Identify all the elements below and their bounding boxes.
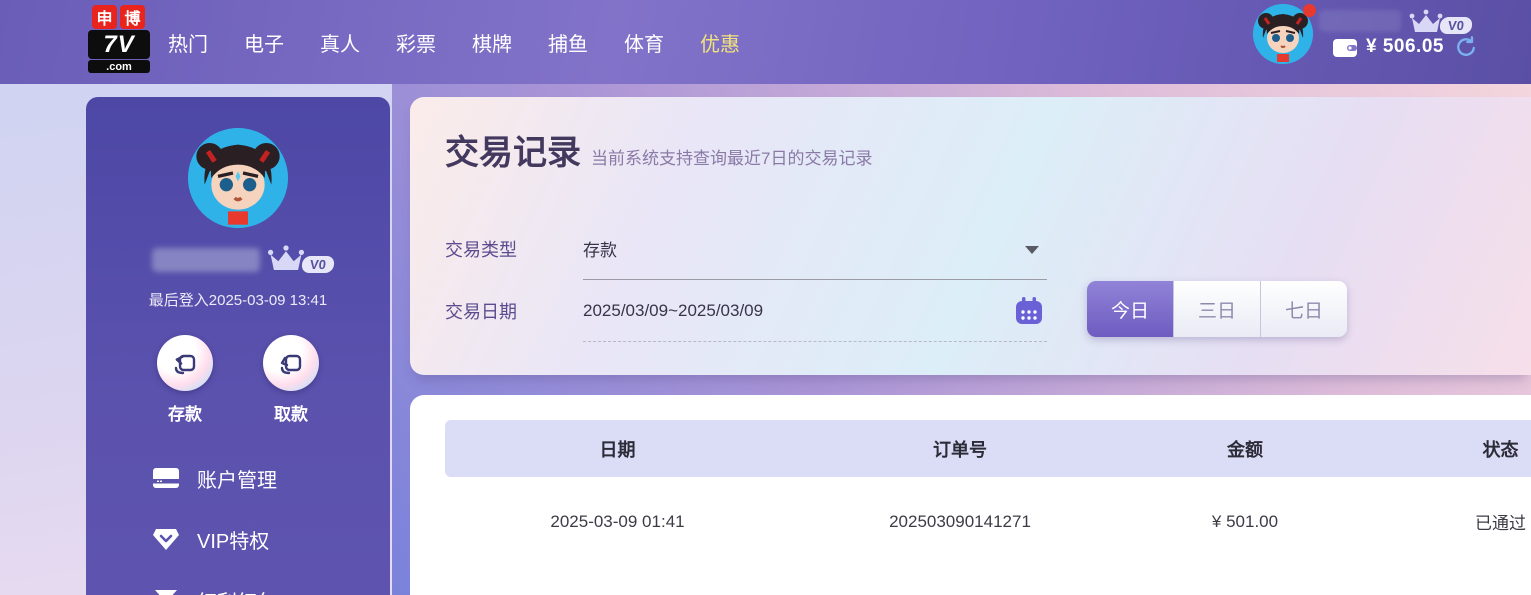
transaction-type-select[interactable]: 存款	[583, 218, 1047, 280]
cell-order-id: 202503090141271	[790, 493, 1130, 550]
nav-item-live[interactable]: 真人	[320, 28, 360, 57]
sidebar: V0 最后登入2025-03-09 13:41 存款 取款	[86, 97, 390, 595]
site-logo[interactable]: 申 博 7V .com	[88, 5, 164, 73]
cell-date: 2025-03-09 01:41	[445, 493, 790, 550]
vip-badge: V0	[264, 243, 334, 275]
col-header-amount: 金额	[1130, 420, 1360, 477]
last-login-text: 最后登入2025-03-09 13:41	[86, 289, 390, 310]
balance-amount: ¥ 506.05	[1366, 36, 1444, 58]
nav-item-cards[interactable]: 棋牌	[472, 28, 512, 57]
sidebar-item-account-management[interactable]: 账户管理	[153, 455, 373, 501]
transaction-filter-panel: 交易记录 当前系统支持查询最近7日的交易记录 交易类型 存款 交易日期 2025…	[410, 97, 1531, 375]
deposit-label: 存款	[145, 400, 225, 425]
nav-item-fishing[interactable]: 捕鱼	[548, 28, 588, 57]
col-header-order-id: 订单号	[790, 420, 1130, 477]
period-today-button[interactable]: 今日	[1087, 281, 1173, 337]
navbar-user-area: V0 ¥ 506.05	[1231, 0, 1531, 84]
avatar-image	[188, 128, 288, 228]
deposit-icon	[170, 348, 200, 378]
menu-item-label: 红利红包	[197, 586, 277, 595]
menu-item-label: VIP特权	[197, 525, 269, 554]
vip-level-label: V0	[1439, 17, 1473, 34]
logo-badge-2: 博	[120, 5, 145, 29]
red-packet-icon	[153, 589, 179, 595]
vip-shield-icon	[153, 527, 179, 551]
nav-item-lottery[interactable]: 彩票	[396, 28, 436, 57]
quick-actions: 存款 取款	[86, 335, 390, 425]
transaction-date-input[interactable]: 2025/03/09~2025/03/09	[583, 280, 1047, 342]
nav-item-promotions[interactable]: 优惠	[700, 28, 740, 57]
username-redacted	[152, 248, 260, 272]
wallet-icon	[1333, 37, 1359, 58]
transaction-date-value: 2025/03/09~2025/03/09	[583, 301, 763, 321]
withdraw-button[interactable]: 取款	[251, 335, 331, 425]
cell-status: 已通过	[1360, 493, 1531, 550]
deposit-button[interactable]: 存款	[145, 335, 225, 425]
logo-badge-1: 申	[92, 5, 117, 29]
sidebar-menu: 账户管理 VIP特权 红利红包	[153, 455, 373, 595]
chevron-down-icon	[1025, 246, 1039, 254]
sidebar-item-bonus-redpacket[interactable]: 红利红包	[153, 577, 373, 595]
notification-dot	[1303, 4, 1316, 17]
transaction-date-label: 交易日期	[445, 298, 583, 324]
nav-item-hot[interactable]: 热门	[168, 28, 208, 57]
crown-icon	[264, 243, 308, 275]
sidebar-avatar[interactable]	[188, 128, 288, 228]
top-navbar: 申 博 7V .com 热门 电子 真人 彩票 棋牌 捕鱼 体育 优惠	[0, 0, 1531, 84]
calendar-icon[interactable]	[1013, 295, 1045, 332]
transaction-type-label: 交易类型	[445, 236, 583, 262]
table-row: 2025-03-09 01:41 202503090141271 ¥ 501.0…	[445, 493, 1531, 550]
table-header-row: 日期 订单号 金额 状态	[445, 420, 1531, 477]
col-header-status: 状态	[1360, 420, 1531, 477]
page-title: 交易记录	[445, 125, 581, 174]
bank-card-icon	[153, 468, 179, 488]
transaction-type-row: 交易类型 存款	[445, 218, 1085, 280]
transaction-table: 日期 订单号 金额 状态 2025-03-09 01:41 2025030901…	[445, 420, 1531, 550]
nav-item-sports[interactable]: 体育	[624, 28, 664, 57]
transaction-date-row: 交易日期 2025/03/09~2025/03/09	[445, 280, 1085, 342]
logo-main-text: 7V	[88, 30, 150, 59]
transaction-type-value: 存款	[583, 236, 617, 261]
withdraw-label: 取款	[251, 400, 331, 425]
refresh-balance-icon[interactable]	[1455, 36, 1477, 58]
wallet-row: ¥ 506.05	[1333, 36, 1477, 58]
main-nav-menu: 热门 电子 真人 彩票 棋牌 捕鱼 体育 优惠	[168, 0, 740, 84]
menu-item-label: 账户管理	[197, 464, 277, 493]
logo-suffix-text: .com	[88, 60, 150, 73]
col-header-date: 日期	[445, 420, 790, 477]
nav-item-slots[interactable]: 电子	[244, 28, 284, 57]
period-button-group: 今日 三日 七日	[1087, 281, 1347, 337]
sidebar-item-vip-privileges[interactable]: VIP特权	[153, 516, 373, 562]
withdraw-icon	[276, 348, 306, 378]
transaction-table-panel: 日期 订单号 金额 状态 2025-03-09 01:41 2025030901…	[410, 395, 1531, 595]
period-3day-button[interactable]: 三日	[1173, 281, 1260, 337]
vip-level-label: V0	[301, 256, 335, 273]
period-7day-button[interactable]: 七日	[1260, 281, 1347, 337]
vip-badge: V0	[1406, 8, 1472, 36]
filter-form: 交易类型 存款 交易日期 2025/03/09~2025/03/09	[445, 218, 1085, 342]
username-redacted	[1319, 10, 1401, 32]
page-subtitle: 当前系统支持查询最近7日的交易记录	[591, 144, 872, 169]
cell-amount: ¥ 501.00	[1130, 493, 1360, 550]
